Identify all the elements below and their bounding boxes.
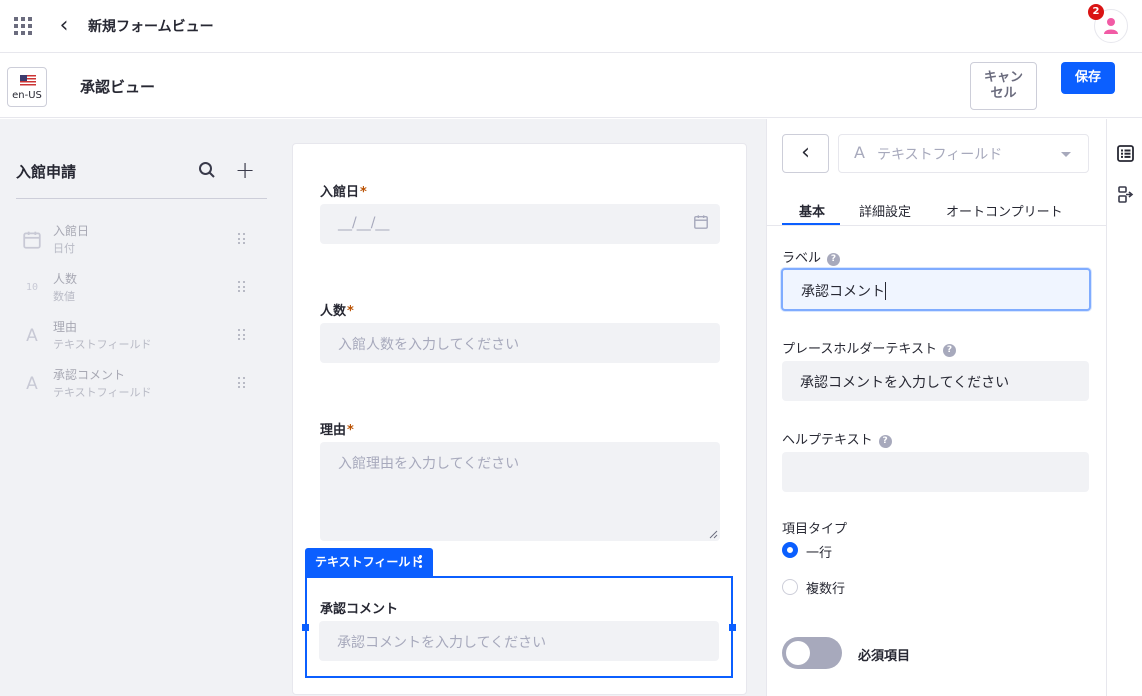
field-name: 人数 bbox=[53, 272, 78, 286]
active-tab-indicator bbox=[782, 223, 840, 225]
comment-input[interactable]: 承認コメントを入力してください bbox=[319, 621, 719, 661]
view-header: en-US 承認ビュー キャン セル 保存 bbox=[0, 54, 1142, 118]
field-label-count: 人数* bbox=[320, 304, 354, 319]
field-type: テキストフィールド bbox=[53, 338, 152, 351]
field-type-value: テキストフィールド bbox=[877, 147, 1003, 163]
selected-field-type: テキストフィールド bbox=[315, 555, 423, 569]
calendar-icon[interactable] bbox=[693, 214, 709, 230]
help-text-caption: ヘルプテキスト? bbox=[782, 429, 892, 448]
required-mark: * bbox=[347, 423, 354, 438]
selected-field-tag[interactable]: テキストフィールド bbox=[305, 548, 433, 576]
text-field-icon: A bbox=[26, 326, 38, 346]
date-input[interactable]: __/__/__ bbox=[320, 204, 720, 244]
field-name: 理由 bbox=[53, 320, 78, 334]
tabs-divider bbox=[766, 225, 1106, 226]
resize-handle-left[interactable] bbox=[302, 624, 309, 631]
date-placeholder: __/__/__ bbox=[338, 215, 390, 231]
reason-textarea[interactable]: 入館理由を入力してください bbox=[320, 442, 720, 541]
label-value: 承認コメント bbox=[801, 284, 885, 300]
text-cursor bbox=[885, 282, 886, 300]
item-type-caption: 項目タイプ bbox=[782, 522, 848, 537]
resize-handle-right[interactable] bbox=[729, 624, 736, 631]
field-label-reason: 理由* bbox=[320, 423, 354, 438]
field-list-panel: 入館申請 + 入館日 日付 10 人数 数値 A 理由 テキストフィールド A … bbox=[0, 119, 292, 696]
notification-badge: 2 bbox=[1088, 4, 1104, 20]
required-toggle[interactable] bbox=[782, 637, 842, 669]
calendar-icon bbox=[23, 231, 41, 249]
back-button[interactable]: ‹ bbox=[782, 134, 829, 173]
radio-label-single-line: 一行 bbox=[806, 546, 833, 561]
locale-selector-button[interactable]: en-US bbox=[7, 67, 47, 107]
field-type-select[interactable]: A テキストフィールド bbox=[838, 134, 1089, 173]
radio-multi-line[interactable] bbox=[782, 579, 798, 595]
list-item[interactable]: 入館日 日付 bbox=[20, 222, 250, 262]
list-item[interactable]: A 承認コメント テキストフィールド bbox=[20, 366, 250, 406]
required-mark: * bbox=[360, 185, 367, 200]
radio-label-multi-line: 複数行 bbox=[806, 582, 846, 597]
kebab-menu-icon[interactable] bbox=[419, 555, 422, 570]
resize-handle-icon[interactable] bbox=[709, 530, 718, 539]
save-button[interactable]: 保存 bbox=[1061, 62, 1115, 94]
reason-placeholder: 入館理由を入力してください bbox=[338, 456, 520, 472]
help-text-input[interactable] bbox=[782, 452, 1089, 492]
caret-down-icon bbox=[1061, 152, 1071, 157]
list-item[interactable]: A 理由 テキストフィールド bbox=[20, 318, 250, 358]
add-field-icon[interactable]: + bbox=[235, 158, 255, 182]
label-input[interactable]: 承認コメント bbox=[781, 268, 1091, 311]
tab-autocomplete[interactable]: オートコンプリート bbox=[946, 201, 1063, 220]
number-icon: 10 bbox=[25, 282, 39, 293]
field-type: 日付 bbox=[53, 242, 75, 255]
back-chevron-icon[interactable]: ‹ bbox=[54, 14, 74, 38]
tab-basic[interactable]: 基本 bbox=[799, 201, 825, 220]
field-label-date: 入館日* bbox=[320, 185, 367, 200]
text-field-icon: A bbox=[26, 374, 38, 394]
view-title: 承認ビュー bbox=[80, 78, 156, 96]
list-item[interactable]: 10 人数 数値 bbox=[20, 270, 250, 310]
label-caption: ラベル? bbox=[782, 247, 841, 266]
cancel-button[interactable]: キャン セル bbox=[970, 62, 1037, 110]
rules-icon[interactable] bbox=[1118, 186, 1134, 203]
cancel-label-line2: セル bbox=[990, 86, 1017, 101]
locale-label: en-US bbox=[12, 90, 42, 101]
drag-handle-icon[interactable] bbox=[238, 233, 246, 245]
placeholder-input[interactable]: 承認コメントを入力してください bbox=[782, 361, 1089, 401]
help-icon[interactable]: ? bbox=[878, 435, 892, 448]
placeholder-caption: プレースホルダーテキスト? bbox=[782, 338, 956, 357]
drag-handle-icon[interactable] bbox=[238, 377, 246, 389]
side-rail bbox=[1106, 119, 1142, 696]
properties-list-icon[interactable] bbox=[1117, 145, 1134, 162]
field-name: 入館日 bbox=[53, 224, 90, 238]
drag-handle-icon[interactable] bbox=[238, 281, 246, 293]
toggle-knob bbox=[786, 641, 810, 665]
user-icon bbox=[1104, 18, 1118, 34]
cancel-label-line1: キャン bbox=[983, 70, 1023, 85]
help-icon[interactable]: ? bbox=[942, 344, 956, 357]
search-icon[interactable] bbox=[198, 161, 216, 179]
required-toggle-label: 必須項目 bbox=[858, 649, 911, 664]
divider bbox=[16, 198, 267, 199]
us-flag-icon bbox=[20, 75, 36, 86]
field-type: 数値 bbox=[53, 290, 75, 303]
help-icon[interactable]: ? bbox=[827, 253, 841, 266]
form-name: 入館申請 bbox=[16, 163, 77, 181]
field-type: テキストフィールド bbox=[53, 386, 152, 399]
field-label-comment: 承認コメント bbox=[320, 602, 399, 617]
apps-grid-icon[interactable] bbox=[14, 17, 32, 35]
required-mark: * bbox=[347, 304, 354, 319]
tab-advanced[interactable]: 詳細設定 bbox=[859, 201, 911, 220]
field-name: 承認コメント bbox=[53, 368, 126, 382]
drag-handle-icon[interactable] bbox=[238, 329, 246, 341]
text-field-icon: A bbox=[854, 143, 865, 162]
count-input[interactable]: 入館人数を入力してください bbox=[320, 323, 720, 363]
radio-single-line[interactable] bbox=[782, 542, 798, 558]
page-title: 新規フォームビュー bbox=[88, 19, 214, 35]
top-bar: ‹ 新規フォームビュー 2 bbox=[0, 0, 1142, 53]
